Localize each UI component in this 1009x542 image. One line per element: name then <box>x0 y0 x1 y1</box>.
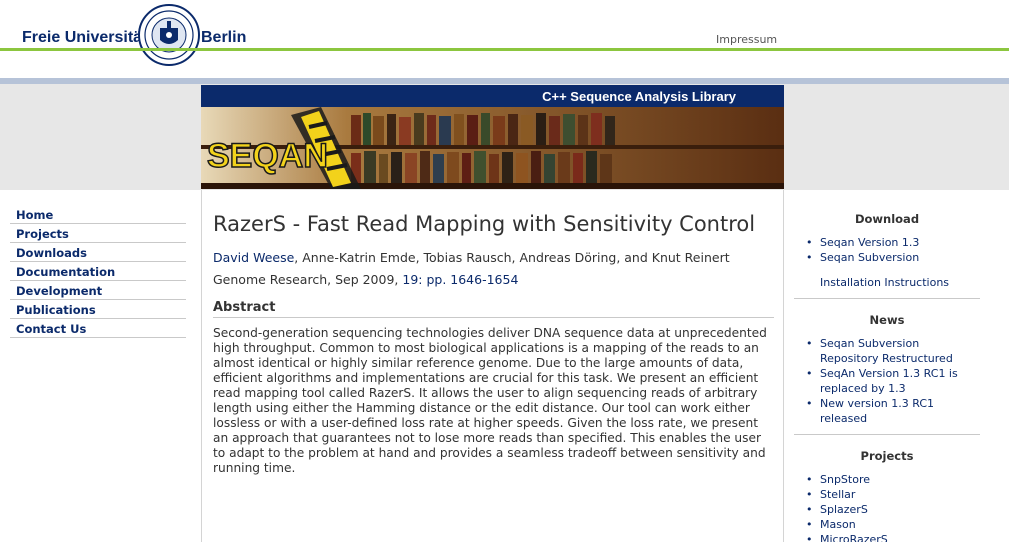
left-navigation: Home Projects Downloads Documentation De… <box>10 205 186 338</box>
project-item[interactable]: Stellar <box>806 487 980 502</box>
sidebar-divider <box>794 298 980 299</box>
site-header: Freie Universität Berlin Impressum <box>0 0 1009 84</box>
nav-item-home[interactable]: Home <box>10 205 186 224</box>
main-content: RazerS - Fast Read Mapping with Sensitiv… <box>201 190 784 542</box>
news-item[interactable]: SeqAn Version 1.3 RC1 is replaced by 1.3 <box>806 366 980 396</box>
sidebar-divider <box>794 434 980 435</box>
news-heading: News <box>869 313 905 327</box>
article-title: RazerS - Fast Read Mapping with Sensitiv… <box>213 212 756 236</box>
nav-item-publications[interactable]: Publications <box>10 300 186 319</box>
project-item[interactable]: Mason <box>806 517 980 532</box>
university-name-right: Berlin <box>201 29 247 46</box>
banner-subtitle: C++ Sequence Analysis Library <box>201 85 784 107</box>
projects-list: SnpStore Stellar SplazerS Mason MicroRaz… <box>794 472 980 542</box>
download-heading: Download <box>854 212 920 226</box>
library-bookshelf-image: SEQAN <box>201 107 784 189</box>
article-authors: David Weese, Anne-Katrin Emde, Tobias Ra… <box>213 249 772 267</box>
abstract-text: Second-generation sequencing technologie… <box>213 326 767 475</box>
download-item-version[interactable]: Seqan Version 1.3 <box>806 235 980 250</box>
project-item[interactable]: SplazerS <box>806 502 980 517</box>
installation-instructions-link[interactable]: Installation Instructions <box>794 275 980 290</box>
nav-item-contact-us[interactable]: Contact Us <box>10 319 186 338</box>
projects-heading: Projects <box>860 449 914 463</box>
other-authors: , Anne-Katrin Emde, Tobias Rausch, Andre… <box>294 250 730 265</box>
seqan-logo-text: SEQAN <box>207 137 328 175</box>
university-name-left: Freie Universität <box>22 29 148 46</box>
project-item[interactable]: MicroRazerS <box>806 532 980 542</box>
nav-item-development[interactable]: Development <box>10 281 186 300</box>
nav-item-projects[interactable]: Projects <box>10 224 186 243</box>
journal-name: Genome Research, Sep 2009, <box>213 272 403 287</box>
news-item[interactable]: Seqan Subversion Repository Restructured <box>806 336 980 366</box>
right-sidebar: Download Seqan Version 1.3 Seqan Subvers… <box>794 190 980 542</box>
abstract-heading: Abstract <box>213 300 774 318</box>
nav-item-downloads[interactable]: Downloads <box>10 243 186 262</box>
university-seal-logo[interactable] <box>138 4 200 66</box>
download-list: Seqan Version 1.3 Seqan Subversion <box>794 235 980 265</box>
header-green-rule <box>0 48 1009 51</box>
news-list: Seqan Subversion Repository Restructured… <box>794 336 980 426</box>
impressum-link[interactable]: Impressum <box>716 33 777 46</box>
pages-link[interactable]: 19: pp. 1646-1654 <box>402 272 518 287</box>
project-item[interactable]: SnpStore <box>806 472 980 487</box>
first-author-link[interactable]: David Weese <box>213 250 294 265</box>
seqan-banner: C++ Sequence Analysis Library SEQAN <box>201 85 784 189</box>
article-citation: Genome Research, Sep 2009, 19: pp. 1646-… <box>213 271 772 289</box>
nav-item-documentation[interactable]: Documentation <box>10 262 186 281</box>
download-item-subversion[interactable]: Seqan Subversion <box>806 250 980 265</box>
news-item[interactable]: New version 1.3 RC1 released <box>806 396 980 426</box>
